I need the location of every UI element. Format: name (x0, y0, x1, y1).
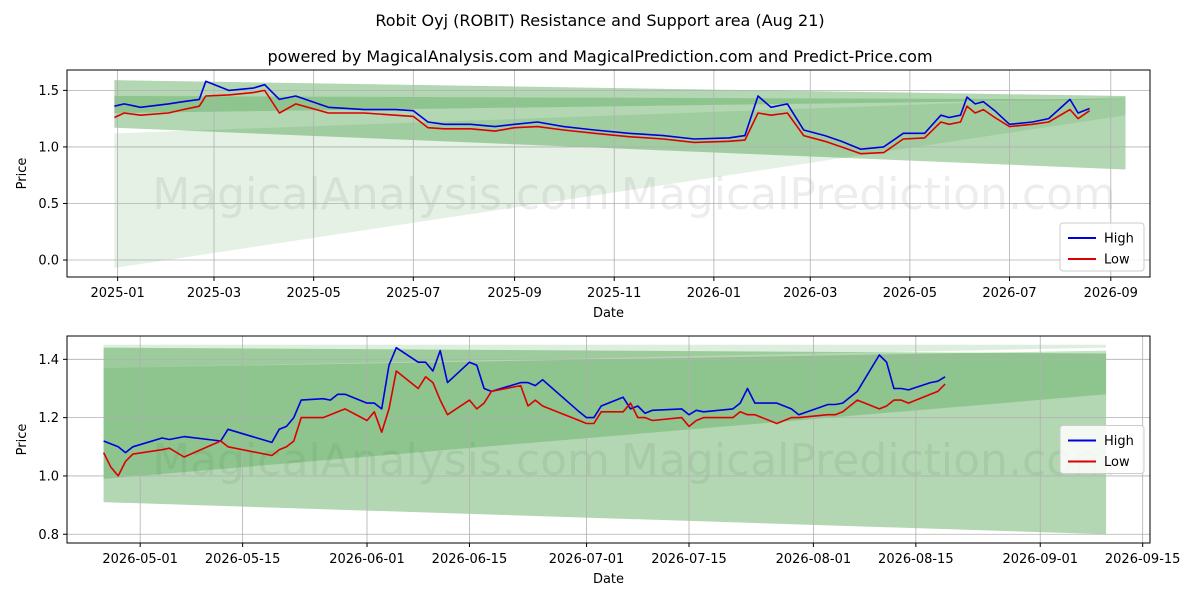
x-axis-label: Date (593, 572, 624, 587)
y-tick-label: 1.5 (38, 84, 59, 99)
x-tick-label: 2026-09-15 (1105, 552, 1181, 567)
legend-label-low: Low (1104, 455, 1130, 470)
x-tick-label: 2025-09 (487, 286, 541, 301)
x-tick-label: 2026-08-01 (776, 552, 852, 567)
x-tick-label: 2026-09 (1084, 286, 1138, 301)
top-chart-panel: MagicalAnalysis.com MagicalPrediction.com… (15, 69, 1151, 321)
x-axis-label: Date (593, 306, 624, 321)
legend: High Low (1059, 222, 1145, 272)
legend-box (1059, 425, 1145, 474)
y-tick-label: 0.0 (38, 254, 59, 269)
x-tick-label: 2026-07-01 (549, 552, 625, 567)
x-tick-label: 2026-05-15 (205, 552, 281, 567)
x-tick-label: 2026-09-01 (1002, 552, 1078, 567)
x-tick-label: 2026-05 (883, 286, 937, 301)
x-tick-label: 2026-06-15 (432, 552, 508, 567)
x-tick-label: 2026-08-15 (878, 552, 954, 567)
chart-canvas: Robit Oyj (ROBIT) Resistance and Support… (15, 11, 1181, 587)
legend-label-high: High (1104, 232, 1134, 247)
x-tick-label: 2025-11 (587, 286, 641, 301)
y-tick-label: 1.0 (38, 140, 59, 155)
x-tick-label: 2026-01 (687, 286, 741, 301)
y-axis-label: Price (15, 424, 30, 456)
chart-title: Robit Oyj (ROBIT) Resistance and Support… (375, 11, 824, 30)
legend-label-high: High (1104, 434, 1134, 449)
x-tick-label: 2026-03 (783, 286, 837, 301)
y-tick-label: 1.2 (38, 411, 59, 426)
y-tick-label: 0.8 (38, 528, 59, 543)
x-tick-label: 2026-05-01 (102, 552, 178, 567)
legend-box (1059, 222, 1145, 272)
legend: High Low (1059, 425, 1145, 474)
x-tick-label: 2025-01 (90, 286, 144, 301)
y-tick-label: 1.0 (38, 469, 59, 484)
x-tick-label: 2025-03 (187, 286, 241, 301)
bottom-chart-panel: MagicalAnalysis.com MagicalPrediction.com… (15, 335, 1181, 587)
legend-label-low: Low (1104, 253, 1130, 268)
x-tick-label: 2026-06-01 (329, 552, 405, 567)
x-tick-label: 2026-07-15 (651, 552, 727, 567)
x-tick-label: 2025-07 (386, 286, 440, 301)
x-tick-label: 2026-07 (982, 286, 1036, 301)
y-axis-label: Price (15, 158, 30, 190)
y-tick-label: 1.4 (38, 353, 59, 368)
chart-subtitle: powered by MagicalAnalysis.com and Magic… (267, 47, 932, 66)
x-tick-label: 2025-05 (286, 286, 340, 301)
y-tick-label: 0.5 (38, 197, 59, 212)
